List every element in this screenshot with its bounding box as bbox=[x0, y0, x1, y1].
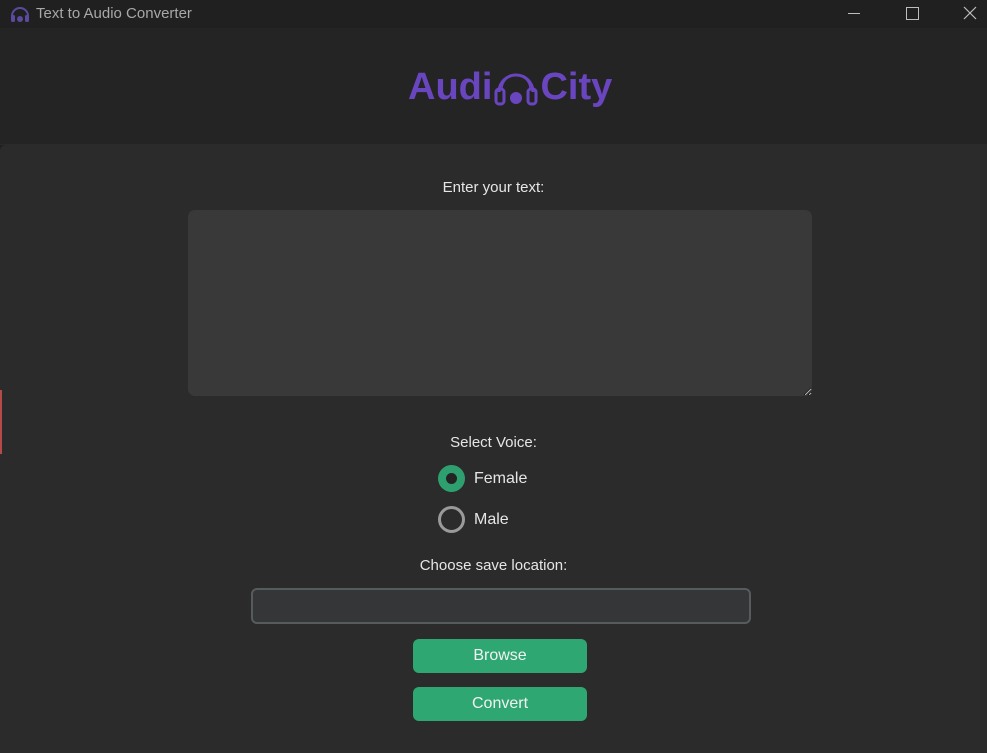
logo: Audi City bbox=[408, 62, 612, 112]
text-input-area[interactable] bbox=[188, 210, 812, 396]
save-location-input[interactable] bbox=[251, 588, 751, 624]
maximize-button[interactable] bbox=[883, 0, 941, 28]
voice-radio-female[interactable]: Female bbox=[438, 465, 527, 492]
radio-unchecked-icon bbox=[438, 506, 465, 533]
convert-button[interactable]: Convert bbox=[413, 687, 587, 721]
headphones-icon bbox=[11, 7, 29, 22]
minimize-button[interactable] bbox=[826, 0, 884, 28]
voice-label: Select Voice: bbox=[450, 434, 537, 451]
header: Audi City bbox=[0, 28, 987, 145]
title-bar: Text to Audio Converter bbox=[0, 0, 987, 28]
radio-label-male: Male bbox=[474, 510, 509, 528]
headphones-icon bbox=[494, 73, 538, 106]
radio-checked-icon bbox=[438, 465, 465, 492]
window-title: Text to Audio Converter bbox=[36, 5, 192, 22]
logo-text-city: City bbox=[540, 66, 613, 108]
text-input-label: Enter your text: bbox=[442, 179, 545, 196]
logo-text-audi: Audi bbox=[408, 66, 493, 108]
browse-button[interactable]: Browse bbox=[413, 639, 587, 673]
save-location-label: Choose save location: bbox=[419, 557, 568, 574]
radio-label-female: Female bbox=[474, 469, 528, 487]
close-button[interactable] bbox=[941, 0, 987, 28]
close-icon bbox=[963, 6, 977, 20]
voice-radio-male[interactable]: Male bbox=[438, 506, 509, 533]
